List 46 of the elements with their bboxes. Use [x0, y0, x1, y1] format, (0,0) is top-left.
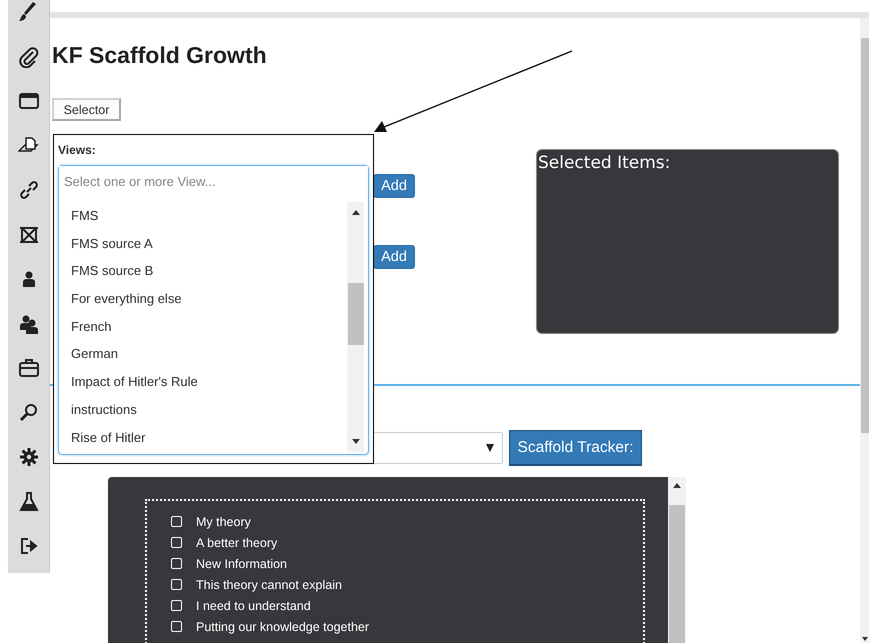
dropdown-option[interactable]: German — [71, 340, 347, 368]
checkbox-label: New Information — [196, 556, 288, 570]
briefcase-icon[interactable] — [18, 357, 40, 379]
checkbox[interactable] — [171, 516, 182, 527]
dropdown-option[interactable]: For everything else — [71, 285, 347, 313]
scroll-up-icon[interactable] — [352, 210, 360, 215]
checkbox-label: A better theory — [196, 536, 278, 550]
dropdown-option[interactable]: FMS — [71, 202, 347, 230]
dropdown-option[interactable]: instructions — [71, 396, 347, 424]
paperclip-icon[interactable] — [18, 46, 40, 68]
flask-icon[interactable] — [18, 490, 40, 512]
checkbox[interactable] — [171, 621, 182, 632]
link-icon[interactable] — [18, 179, 40, 201]
views-dropdown[interactable]: Select one or more View... FMS FMS source A FMS source B For everything else French German Impact of Hitler's Rule instructions Rise of Hitler — [58, 165, 369, 455]
search-field[interactable]: Select one or more View... — [59, 166, 368, 196]
add-button[interactable]: Add — [373, 245, 415, 269]
dropdown-caret-icon — [486, 444, 494, 452]
checkbox-label: My theory — [196, 514, 251, 528]
checkbox-label: Putting our knowledge together — [196, 620, 370, 634]
dropdown-option[interactable]: FMS source A — [71, 230, 347, 258]
scroll-thumb[interactable] — [669, 505, 685, 643]
dropdown-option[interactable]: Impact of Hitler's Rule — [71, 368, 347, 396]
dropdown-option[interactable]: French — [71, 312, 347, 340]
field-label: Views: — [58, 143, 97, 157]
scroll-thumb[interactable] — [348, 283, 364, 345]
scaffold-tracker-button[interactable]: Scaffold Tracker: — [509, 430, 642, 466]
checkbox-label: This theory cannot explain — [196, 578, 342, 592]
scroll-up-icon[interactable] — [673, 483, 681, 488]
people-icon[interactable] — [18, 312, 40, 334]
settings-icon[interactable] — [18, 446, 40, 468]
dropdown-option[interactable]: Rise of Hitler — [71, 424, 347, 452]
add-button[interactable]: Add — [373, 174, 415, 198]
dropdown-option[interactable]: FMS source B — [71, 257, 347, 286]
checkbox[interactable] — [171, 579, 182, 590]
checkbox[interactable] — [171, 558, 182, 569]
checkbox-label: I need to understand — [196, 598, 311, 612]
checkbox[interactable] — [171, 537, 182, 548]
checkbox[interactable] — [171, 600, 182, 611]
page-title: KF Scaffold Growth — [52, 42, 268, 68]
scroll-thumb[interactable] — [860, 38, 868, 433]
search-icon[interactable] — [18, 402, 40, 424]
window-icon[interactable] — [18, 90, 40, 112]
panel-title: Selected Items: — [537, 152, 672, 173]
scroll-down-icon[interactable] — [862, 637, 868, 641]
selector-button[interactable]: Selector — [52, 98, 121, 121]
scroll-down-icon[interactable] — [352, 439, 360, 444]
